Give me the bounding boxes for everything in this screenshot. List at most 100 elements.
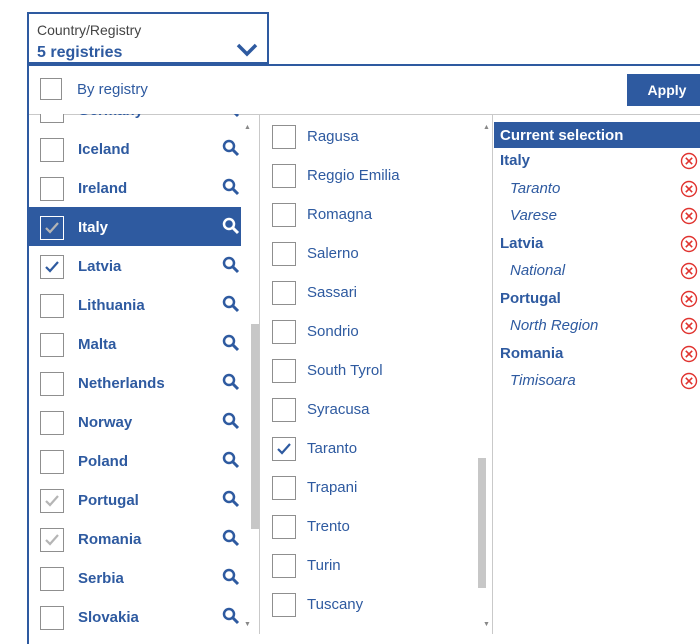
- search-icon[interactable]: [222, 451, 240, 469]
- registry-checkbox[interactable]: [272, 476, 296, 500]
- registry-item-south-tyrol[interactable]: South Tyrol: [260, 350, 475, 389]
- country-item-serbia[interactable]: Serbia: [29, 558, 241, 597]
- registry-item-syracusa[interactable]: Syracusa: [260, 389, 475, 428]
- search-icon[interactable]: [222, 334, 240, 352]
- country-checkbox[interactable]: [40, 606, 64, 630]
- country-label: Poland: [78, 453, 129, 470]
- search-icon[interactable]: [222, 568, 240, 586]
- country-checkbox[interactable]: [40, 489, 64, 513]
- registry-checkbox[interactable]: [272, 242, 296, 266]
- registry-item-tuscany[interactable]: Tuscany: [260, 584, 475, 623]
- check-icon: [45, 222, 59, 234]
- registry-checkbox[interactable]: [272, 359, 296, 383]
- search-icon[interactable]: [222, 295, 240, 313]
- country-item-iceland[interactable]: Iceland: [29, 129, 241, 168]
- country-item-poland[interactable]: Poland: [29, 441, 241, 480]
- registry-list-scroll-up[interactable]: ▲: [483, 124, 490, 131]
- remove-circle-icon[interactable]: [680, 262, 698, 280]
- by-registry-checkbox[interactable]: [40, 78, 62, 100]
- country-list-scrollbar[interactable]: [251, 324, 259, 529]
- country-checkbox[interactable]: [40, 372, 64, 396]
- registry-checkbox[interactable]: [272, 281, 296, 305]
- country-checkbox[interactable]: [40, 567, 64, 591]
- registry-item-sondrio[interactable]: Sondrio: [260, 311, 475, 350]
- country-checkbox[interactable]: [40, 528, 64, 552]
- remove-circle-icon[interactable]: [680, 152, 698, 170]
- selection-country-portugal: Portugal: [494, 286, 700, 313]
- country-checkbox[interactable]: [40, 114, 64, 123]
- remove-circle-icon[interactable]: [680, 372, 698, 390]
- remove-circle-icon[interactable]: [680, 317, 698, 335]
- registry-item-romagna[interactable]: Romagna: [260, 194, 475, 233]
- registry-checkbox[interactable]: [272, 398, 296, 422]
- registry-checkbox[interactable]: [272, 515, 296, 539]
- search-icon[interactable]: [222, 217, 240, 235]
- country-item-norway[interactable]: Norway: [29, 402, 241, 441]
- registry-item-ragusa[interactable]: Ragusa: [260, 116, 475, 155]
- dropdown-caption: Country/Registry: [37, 22, 142, 38]
- country-item-slovakia[interactable]: Slovakia: [29, 597, 241, 634]
- chevron-down-icon[interactable]: [235, 42, 259, 58]
- registry-item-trapani[interactable]: Trapani: [260, 467, 475, 506]
- search-icon[interactable]: [222, 139, 240, 157]
- country-item-portugal[interactable]: Portugal: [29, 480, 241, 519]
- remove-circle-icon[interactable]: [680, 235, 698, 253]
- country-checkbox[interactable]: [40, 294, 64, 318]
- country-list: Germany Iceland Ireland Italy Latvia Lithuani…: [29, 114, 260, 634]
- country-item-latvia[interactable]: Latvia: [29, 246, 241, 285]
- registry-checkbox[interactable]: [272, 203, 296, 227]
- registry-checkbox[interactable]: [272, 554, 296, 578]
- registry-label: Reggio Emilia: [307, 167, 400, 184]
- remove-circle-icon[interactable]: [680, 290, 698, 308]
- apply-button[interactable]: Apply: [627, 74, 700, 106]
- search-icon[interactable]: [222, 114, 240, 118]
- registry-label: Salerno: [307, 245, 359, 262]
- registry-checkbox[interactable]: [272, 125, 296, 149]
- selection-country-romania: Romania: [494, 341, 700, 368]
- remove-circle-icon[interactable]: [680, 207, 698, 225]
- registry-checkbox[interactable]: [272, 437, 296, 461]
- country-item-ireland[interactable]: Ireland: [29, 168, 241, 207]
- country-item-italy[interactable]: Italy: [29, 207, 241, 246]
- registry-label: Taranto: [307, 440, 358, 457]
- registry-label: Turin: [307, 557, 341, 574]
- registry-list-scrollbar[interactable]: [478, 458, 486, 588]
- registry-item-turin[interactable]: Turin: [260, 545, 475, 584]
- registry-checkbox[interactable]: [272, 593, 296, 617]
- search-icon[interactable]: [222, 178, 240, 196]
- country-list-scroll-up[interactable]: ▲: [244, 124, 251, 131]
- search-icon[interactable]: [222, 373, 240, 391]
- country-checkbox[interactable]: [40, 177, 64, 201]
- country-checkbox[interactable]: [40, 216, 64, 240]
- country-item-lithuania[interactable]: Lithuania: [29, 285, 241, 324]
- registry-item-taranto[interactable]: Taranto: [260, 428, 475, 467]
- country-item-netherlands[interactable]: Netherlands: [29, 363, 241, 402]
- registry-item-sassari[interactable]: Sassari: [260, 272, 475, 311]
- country-checkbox[interactable]: [40, 411, 64, 435]
- registry-item-salerno[interactable]: Salerno: [260, 233, 475, 272]
- country-checkbox[interactable]: [40, 255, 64, 279]
- country-list-scroll-down[interactable]: ▼: [244, 621, 251, 628]
- registry-dropdown[interactable]: Country/Registry 5 registries: [27, 12, 269, 64]
- country-item-malta[interactable]: Malta: [29, 324, 241, 363]
- search-icon[interactable]: [222, 607, 240, 625]
- country-checkbox[interactable]: [40, 138, 64, 162]
- country-item-germany[interactable]: Germany: [29, 114, 241, 129]
- country-item-romania[interactable]: Romania: [29, 519, 241, 558]
- registry-list-scroll-down[interactable]: ▼: [483, 621, 490, 628]
- country-checkbox[interactable]: [40, 450, 64, 474]
- registry-checkbox[interactable]: [272, 164, 296, 188]
- search-icon[interactable]: [222, 412, 240, 430]
- country-checkbox[interactable]: [40, 333, 64, 357]
- country-label: Portugal: [78, 492, 139, 509]
- remove-circle-icon[interactable]: [680, 345, 698, 363]
- search-icon[interactable]: [222, 529, 240, 547]
- selection-label: North Region: [510, 317, 599, 334]
- registry-checkbox[interactable]: [272, 320, 296, 344]
- registry-item-reggio-emilia[interactable]: Reggio Emilia: [260, 155, 475, 194]
- selection-label: Timisoara: [510, 372, 576, 389]
- registry-item-trento[interactable]: Trento: [260, 506, 475, 545]
- remove-circle-icon[interactable]: [680, 180, 698, 198]
- search-icon[interactable]: [222, 256, 240, 274]
- search-icon[interactable]: [222, 490, 240, 508]
